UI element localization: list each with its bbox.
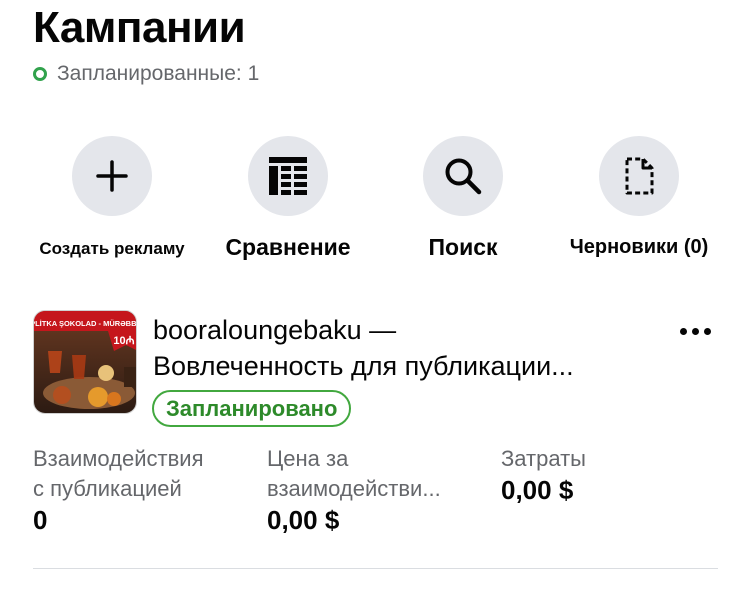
compare-table-icon <box>269 157 307 195</box>
page-title: Кампании <box>33 3 246 52</box>
create-ad-circle[interactable] <box>72 136 152 216</box>
scheduled-status-text: Запланированные: 1 <box>57 62 260 85</box>
metric-spend: Затраты 0,00 $ <box>501 444 586 506</box>
scheduled-status: Запланированные: 1 <box>33 62 259 86</box>
metric-engagements-label-2: с публикацией <box>33 476 182 501</box>
metric-cost-label-1: Цена за <box>267 446 349 471</box>
draft-document-icon <box>625 157 654 195</box>
compare-label: Сравнение <box>225 234 351 260</box>
search-label: Поиск <box>428 234 498 260</box>
campaign-title-line2: Вовлеченность для публикации... <box>153 351 574 381</box>
create-ad-button[interactable]: Создать рекламу <box>32 136 192 259</box>
drafts-button[interactable]: Черновики (0) <box>559 136 719 259</box>
metric-spend-label: Затраты <box>501 446 586 471</box>
campaign-title[interactable]: booraloungebaku — Вовлеченность для публ… <box>153 312 653 384</box>
plus-icon <box>96 160 128 192</box>
thumbnail-caption: PLİTKA ŞOKOLAD - MÜRƏBBƏ <box>34 319 137 328</box>
more-dot <box>704 328 711 335</box>
drafts-label: Черновики (0) <box>569 236 709 258</box>
search-button[interactable]: Поиск <box>383 136 543 261</box>
metric-engagements-value: 0 <box>33 505 48 535</box>
metric-cost-label-2: взаимодействи... <box>267 476 441 501</box>
compare-button[interactable]: Сравнение <box>208 136 368 261</box>
campaign-thumbnail[interactable]: PLİTKA ŞOKOLAD - MÜRƏBBƏ 10₼ <box>33 310 137 414</box>
status-badge: Запланировано <box>152 390 352 427</box>
metric-cost-per-engagement: Цена за взаимодействи... 0,00 $ <box>267 444 441 536</box>
divider <box>33 568 718 569</box>
metric-engagements-label-1: Взаимодействия <box>33 446 204 471</box>
metric-engagements: Взаимодействия с публикацией 0 <box>33 444 204 536</box>
more-options-icon[interactable] <box>680 328 711 335</box>
create-ad-label: Создать рекламу <box>39 239 185 258</box>
metric-spend-value: 0,00 $ <box>501 475 574 505</box>
more-dot <box>692 328 699 335</box>
search-icon <box>445 158 482 195</box>
campaign-title-line1: booraloungebaku — <box>153 315 397 345</box>
drafts-circle[interactable] <box>599 136 679 216</box>
action-bar: Создать рекламу Сравнение Поиск Черновик… <box>0 136 750 266</box>
metric-cost-value: 0,00 $ <box>267 505 340 535</box>
compare-circle[interactable] <box>248 136 328 216</box>
search-circle[interactable] <box>423 136 503 216</box>
more-dot <box>680 328 687 335</box>
status-dot-icon <box>33 67 47 81</box>
campaign-thumbnail-image: PLİTKA ŞOKOLAD - MÜRƏBBƏ 10₼ <box>34 311 137 413</box>
thumbnail-price: 10₼ <box>113 335 134 347</box>
